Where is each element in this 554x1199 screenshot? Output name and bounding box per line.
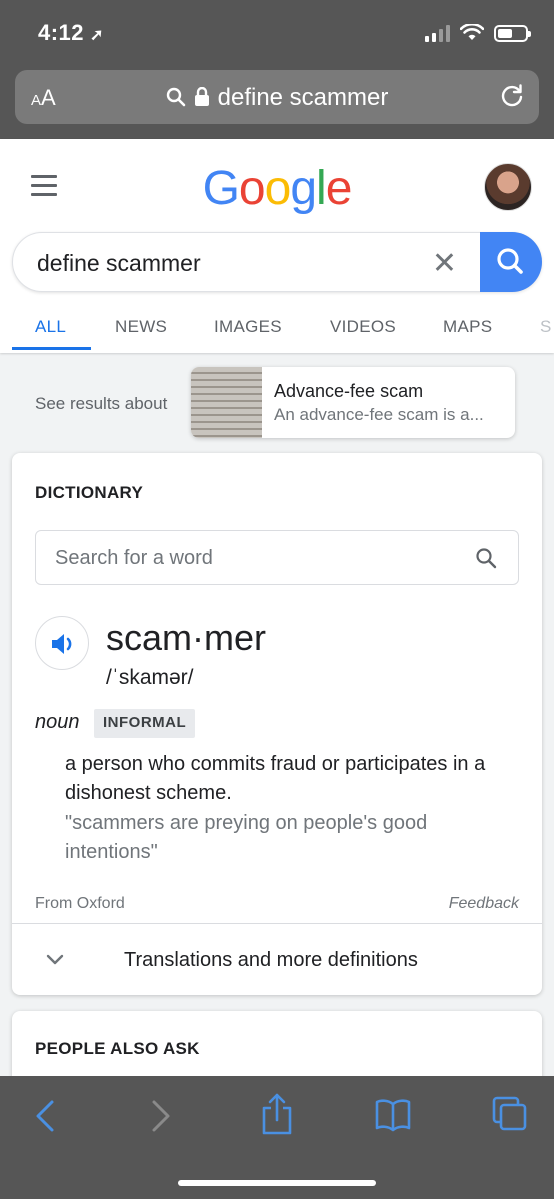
more-definitions-button[interactable]: Translations and more definitions [12, 924, 542, 995]
source-label: From Oxford [35, 895, 125, 912]
tabs-icon[interactable] [490, 1094, 530, 1134]
search-box[interactable]: define scammer ✕ [12, 232, 542, 292]
share-icon[interactable] [258, 1092, 296, 1136]
location-arrow-icon: ➚ [90, 27, 104, 44]
wifi-icon [460, 24, 484, 40]
part-of-speech: noun [35, 711, 80, 733]
word-search-placeholder: Search for a word [55, 547, 213, 569]
phonetic: /ˈskamər/ [106, 666, 194, 689]
google-logo[interactable]: Google [0, 161, 554, 216]
chevron-down-icon [46, 954, 64, 965]
feedback-link[interactable]: Feedback [449, 895, 519, 913]
tab-more[interactable]: S [540, 317, 552, 337]
logo-letter: g [290, 162, 317, 215]
clear-icon[interactable]: ✕ [432, 246, 457, 281]
home-indicator [178, 1180, 376, 1186]
entity-card[interactable]: Advance-fee scam An advance-fee scam is … [191, 367, 515, 438]
avatar[interactable] [484, 163, 532, 211]
dictionary-heading: DICTIONARY [35, 483, 144, 502]
headword: scam·mer [106, 617, 266, 658]
url-field[interactable]: define scammer [15, 84, 539, 112]
status-time-text: 4:12 [38, 20, 85, 45]
url-text: define scammer [217, 84, 389, 111]
entity-subtitle: An advance-fee scam is a... [274, 405, 484, 424]
bookmarks-icon[interactable] [374, 1098, 412, 1132]
active-tab-indicator [12, 347, 91, 350]
google-header: Google define scammer ✕ ALL NEWS IMAGES … [0, 139, 554, 353]
tab-videos[interactable]: VIDEOS [330, 317, 396, 337]
cellular-signal-icon [425, 24, 450, 42]
search-input[interactable]: define scammer [37, 250, 201, 277]
people-also-ask-heading: PEOPLE ALSO ASK [35, 1039, 200, 1058]
search-icon [166, 87, 185, 107]
logo-letter: e [325, 162, 353, 215]
browser-bottom-toolbar [0, 1076, 554, 1199]
status-time: 4:12 ➚ [38, 20, 104, 46]
entity-thumbnail [191, 367, 262, 438]
lock-icon [194, 87, 209, 106]
address-bar[interactable]: AAAA define scammer [15, 70, 539, 124]
example-text: "scammers are preying on people's good i… [65, 812, 428, 863]
pronunciation-button[interactable] [35, 616, 89, 670]
tab-images[interactable]: IMAGES [214, 317, 282, 337]
tab-all[interactable]: ALL [35, 317, 66, 337]
search-button[interactable] [480, 232, 542, 292]
see-results-label: See results about [35, 394, 168, 413]
browser-top-chrome: 4:12 ➚ AAAA define scammer [0, 0, 554, 139]
tab-news[interactable]: NEWS [115, 317, 167, 337]
dictionary-card: DICTIONARY Search for a word scam·mer /ˈ… [12, 453, 542, 995]
more-definitions-label: Translations and more definitions [124, 949, 418, 971]
logo-letter: o [238, 162, 266, 215]
definition-text: a person who commits fraud or participat… [65, 753, 486, 804]
speaker-icon [52, 634, 72, 654]
search-icon [497, 248, 523, 274]
reload-icon[interactable] [499, 83, 525, 116]
word-search-field[interactable]: Search for a word [35, 530, 519, 585]
logo-letter: l [316, 162, 327, 215]
forward-icon[interactable] [146, 1096, 176, 1136]
status-icons [425, 24, 531, 42]
search-icon[interactable] [474, 546, 498, 570]
register-badge: INFORMAL [94, 709, 196, 738]
logo-letter: o [264, 162, 292, 215]
logo-letter: G [202, 162, 240, 215]
back-icon[interactable] [30, 1096, 60, 1136]
entity-title: Advance-fee scam [274, 381, 424, 401]
battery-icon [494, 24, 531, 42]
tab-maps[interactable]: MAPS [443, 317, 492, 337]
